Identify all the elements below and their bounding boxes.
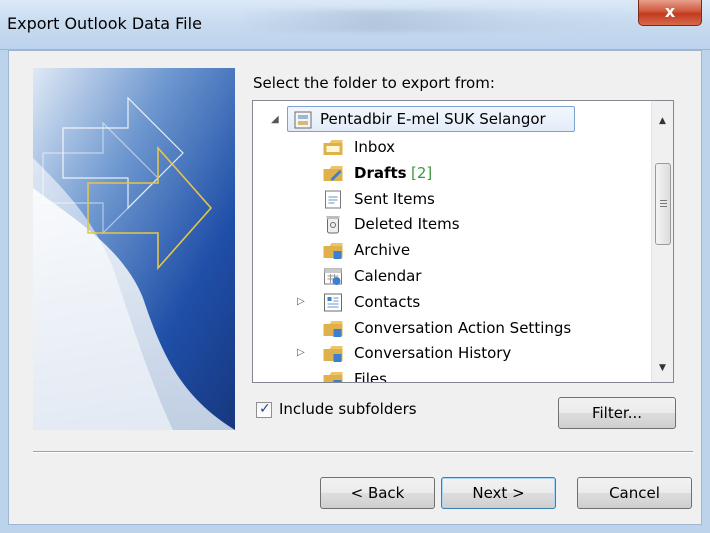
folder-icon — [323, 320, 343, 337]
tree-item[interactable]: Inbox — [301, 135, 641, 159]
include-subfolders-checkbox[interactable]: ✓ — [256, 401, 272, 418]
wizard-illustration — [33, 68, 235, 430]
expand-arrow-icon[interactable]: ▷ — [297, 347, 309, 359]
tree-item-label: Calendar — [354, 267, 422, 285]
checkmark-icon: ✓ — [259, 401, 271, 417]
back-button[interactable]: < Back — [320, 477, 435, 509]
tree-item[interactable]: Sent Items — [301, 187, 641, 211]
select-folder-label: Select the folder to export from: — [253, 74, 495, 92]
window-title: Export Outlook Data File — [7, 14, 202, 33]
title-bar-background — [238, 10, 648, 32]
tree-item-label: Inbox — [354, 138, 396, 156]
dialog-separator — [33, 451, 693, 453]
tree-item[interactable]: ▷ Conversation History — [297, 341, 641, 365]
folder-icon — [323, 346, 343, 363]
tree-item[interactable]: Drafts [2] — [301, 161, 641, 185]
scroll-up-icon[interactable]: ▲ — [652, 111, 673, 131]
folder-tree[interactable]: ◢ Pentadbir E-mel SUK Selangor Inbox Draf… — [252, 100, 674, 383]
expand-arrow-icon[interactable]: ▷ — [297, 296, 309, 308]
sent-folder-icon — [325, 190, 341, 209]
tree-item-label: Contacts — [354, 292, 421, 311]
collapse-arrow-icon[interactable]: ◢ — [271, 114, 283, 126]
next-button[interactable]: Next > — [441, 477, 556, 509]
inbox-folder-icon — [323, 140, 343, 155]
close-button[interactable]: x — [638, 0, 702, 26]
tree-item[interactable]: Conversation Action Settings — [301, 316, 641, 340]
tree-item[interactable]: Archive — [301, 238, 641, 262]
cancel-button[interactable]: Cancel — [577, 477, 692, 509]
include-subfolders-label: Include subfolders — [279, 400, 417, 418]
unread-count-badge: [2] — [411, 163, 433, 182]
drafts-folder-icon — [323, 165, 343, 181]
tree-item[interactable]: ▷ Contacts — [297, 290, 641, 314]
scroll-thumb[interactable] — [655, 163, 671, 245]
calendar-icon — [324, 268, 342, 285]
tree-scrollbar[interactable]: ▲ ▼ — [651, 101, 673, 382]
mailbox-icon — [294, 111, 312, 129]
trash-icon — [326, 216, 340, 234]
filter-button[interactable]: Filter... — [558, 397, 676, 429]
tree-item[interactable]: Calendar — [301, 264, 641, 288]
archive-folder-icon — [323, 243, 343, 260]
tree-item-label: Conversation Action Settings — [354, 318, 572, 337]
scroll-down-icon[interactable]: ▼ — [652, 358, 673, 378]
tree-item[interactable]: Files — [301, 367, 641, 383]
tree-item-label: Archive — [354, 241, 411, 260]
tree-root-item[interactable]: Pentadbir E-mel SUK Selangor — [287, 106, 575, 132]
tree-item-label: Deleted Items — [354, 215, 460, 234]
tree-item-label: Sent Items — [354, 189, 435, 208]
export-arrows-illustration — [33, 68, 235, 430]
tree-item-label: Files — [354, 370, 387, 383]
tree-item-label: Drafts — [354, 163, 407, 182]
tree-item[interactable]: Deleted Items — [301, 212, 641, 236]
title-bar[interactable]: Export Outlook Data File x — [0, 0, 710, 50]
tree-item-label: Conversation History — [354, 344, 512, 363]
contacts-icon — [324, 293, 342, 312]
tree-root-label: Pentadbir E-mel SUK Selangor — [320, 110, 546, 128]
folder-icon — [323, 372, 343, 382]
